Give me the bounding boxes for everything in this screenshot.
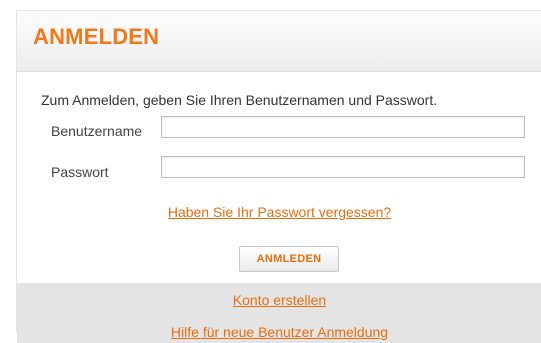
login-header: ANMELDEN: [17, 11, 541, 72]
username-label: Benutzername: [51, 123, 143, 139]
login-submit-button[interactable]: ANMLEDEN: [239, 246, 339, 272]
login-panel: ANMELDEN Zum Anmelden, geben Sie Ihren B…: [16, 10, 541, 343]
password-label: Passwort: [51, 164, 109, 180]
login-intro-text: Zum Anmelden, geben Sie Ihren Benutzerna…: [41, 92, 438, 108]
password-input[interactable]: [161, 156, 525, 178]
new-user-help-link[interactable]: Hilfe für neue Benutzer Anmeldung: [17, 324, 541, 340]
login-footer: Konto erstellen Hilfe für neue Benutzer …: [17, 283, 541, 343]
username-input[interactable]: [161, 116, 525, 138]
create-account-link[interactable]: Konto erstellen: [17, 292, 541, 308]
forgot-password-link[interactable]: Haben Sie Ihr Passwort vergessen?: [17, 204, 541, 220]
login-title: ANMELDEN: [33, 24, 160, 49]
